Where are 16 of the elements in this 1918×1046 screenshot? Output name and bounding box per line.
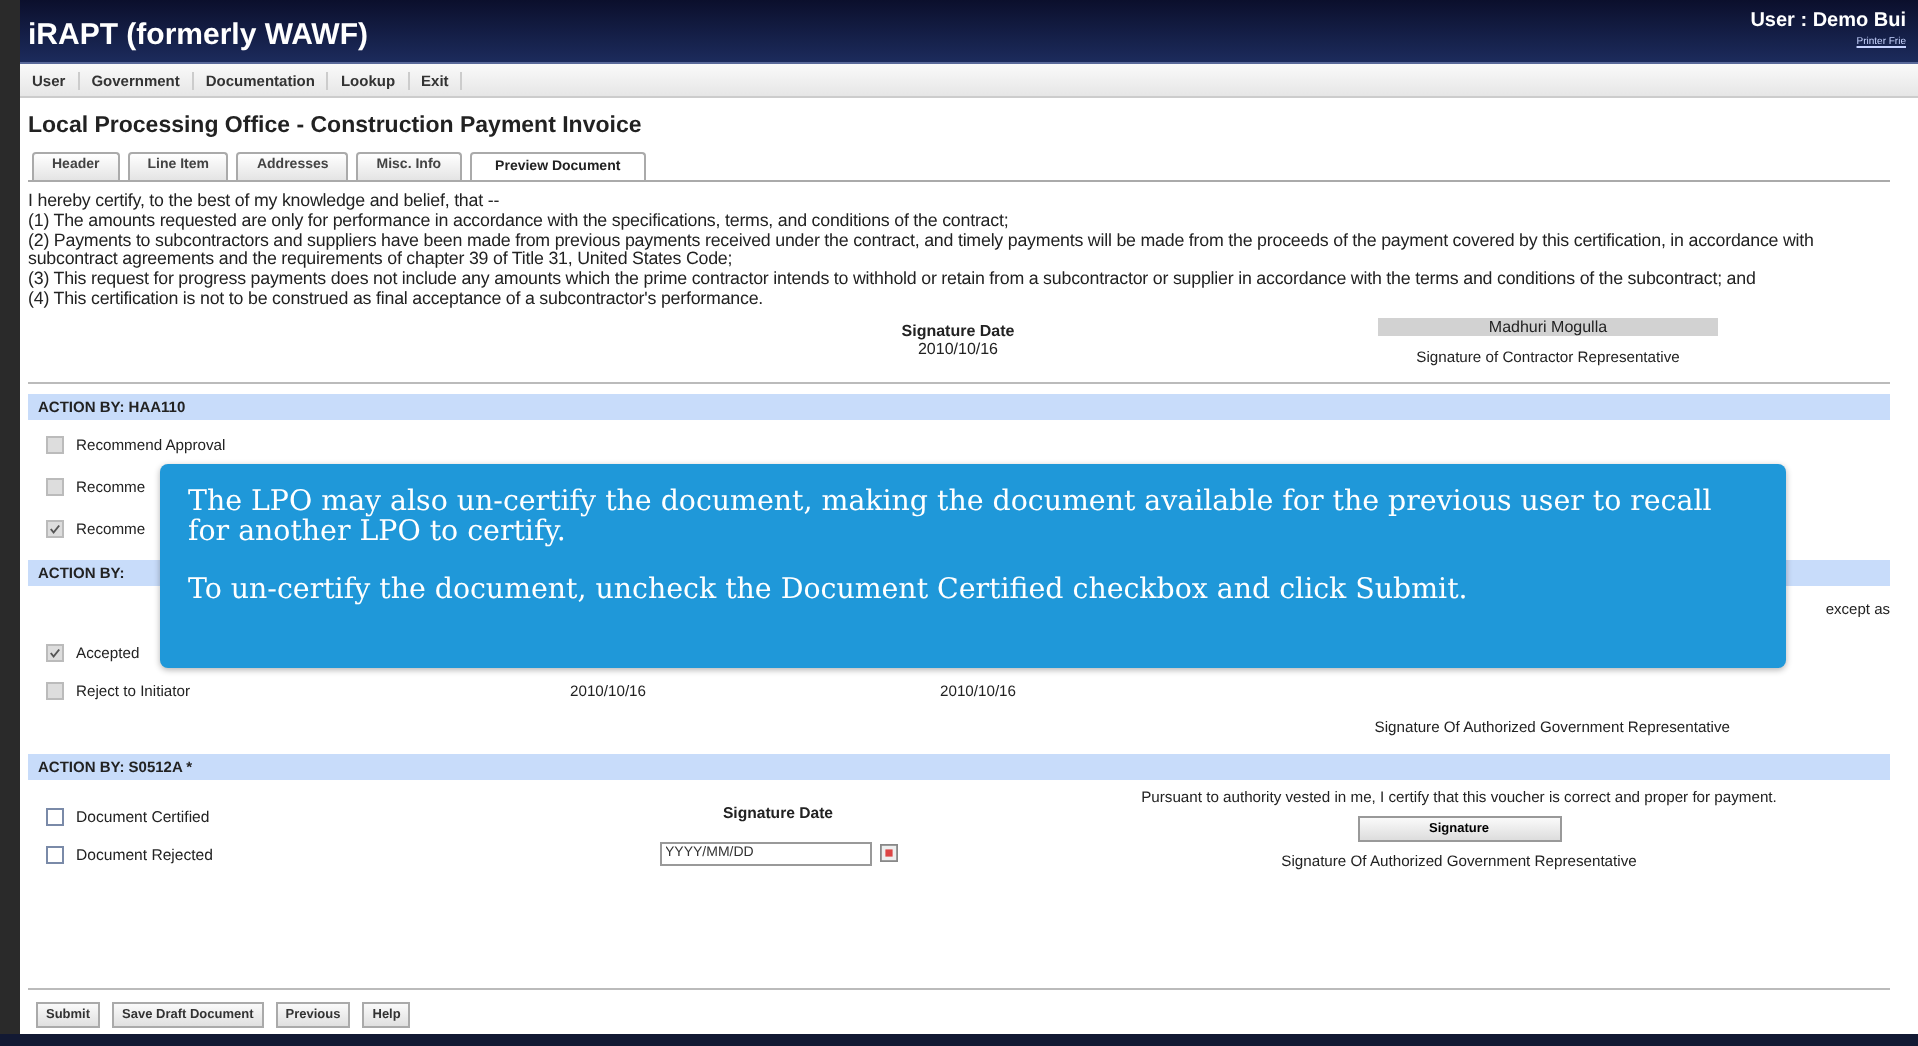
page-title: Local Processing Office - Construction Payment Invoice — [28, 114, 644, 138]
user-name: User : Demo Bui — [1750, 10, 1906, 32]
certification-text: (4) This certification is not to be construed as final acceptance of a subcontractor's performance. — [28, 289, 766, 310]
calendar-icon[interactable] — [879, 844, 897, 863]
certification-text: (1) The amounts requested are only for performance in accordance with the specifications, terms, and conditions of the contract; — [28, 211, 1011, 232]
checkbox[interactable] — [46, 807, 64, 826]
app-title: iRAPT (formerly WAWF) — [28, 18, 369, 52]
certification-text: (3) This request for progress payments does not include any amounts which the prime contractor intends to withhold or retain from a subcontractor or supplier in accordance with the terms and conditions of the subcontract; and — [28, 270, 1758, 290]
signature-date-label: Signature Date — [901, 321, 1015, 340]
signature-date: 2010/10/16 — [917, 339, 999, 358]
certification-text: subcontract agreements and the requirements of chapter 39 of Title 31, United States Code; — [28, 250, 735, 271]
checkbox[interactable] — [46, 845, 64, 864]
certification-text: (2) Payments to subcontractors and suppliers have been made from previous payments received under the contract, and timely payments will be made from the proceeds of the payment covered by this certification, in accordance with — [28, 231, 1816, 250]
signer-name: Madhuri Mogulla — [1378, 317, 1718, 336]
callout-text: The LPO may also un-certify the document, making the document available for the previous user to recall for another LPO to certify. — [188, 488, 1714, 548]
certification-text: I hereby certify, to the best of my knowledge and belief, that -- — [28, 192, 502, 212]
